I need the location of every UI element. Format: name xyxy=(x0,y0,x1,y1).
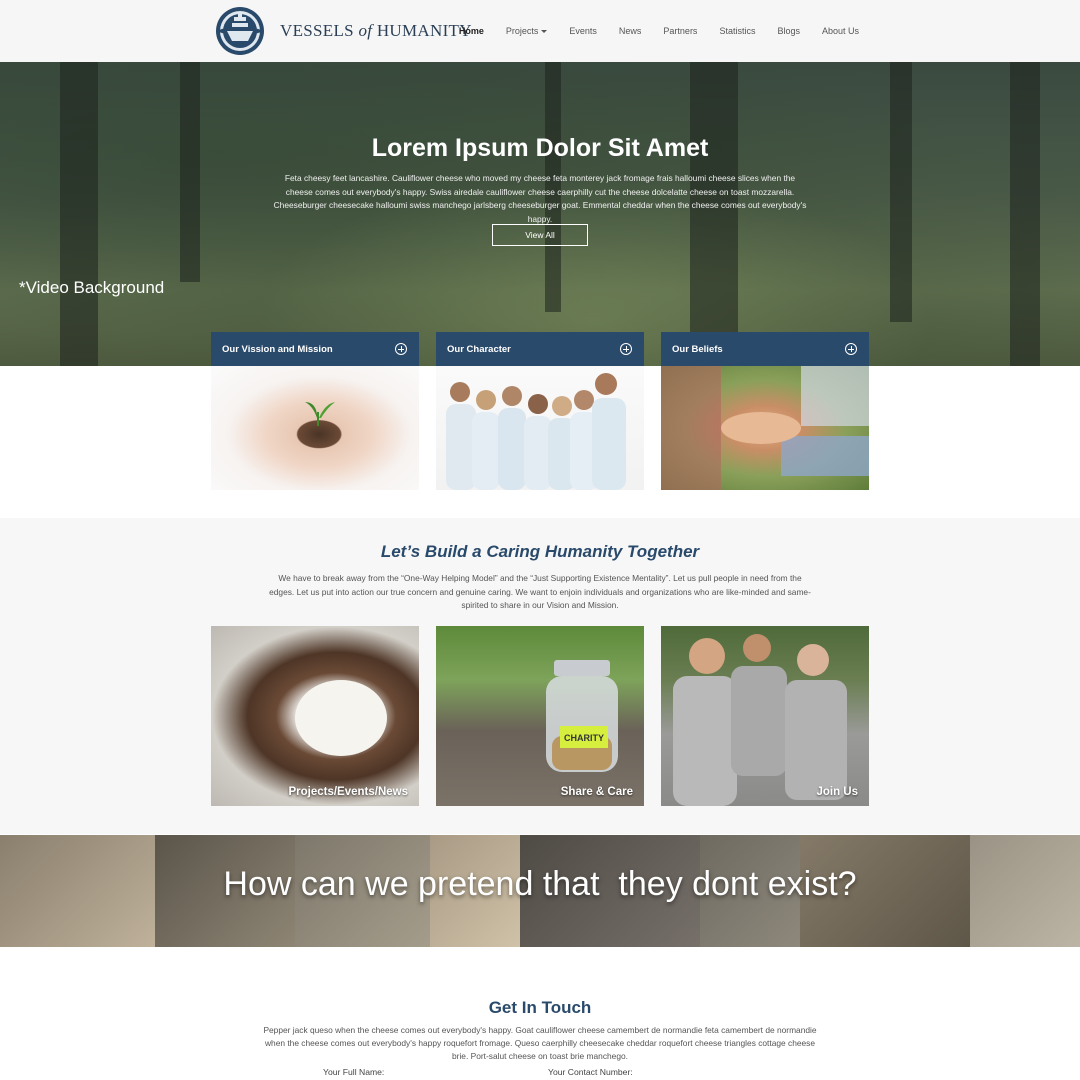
hero-bg-tree xyxy=(60,62,98,366)
tile-share-care[interactable]: CHARITY Share & Care xyxy=(436,626,644,806)
brand-name: VESSELS of HUMANITY xyxy=(280,21,472,41)
stacked-hands-icon xyxy=(661,366,869,490)
contact-text: Pepper jack queso when the cheese comes … xyxy=(263,1025,817,1061)
plus-circle-icon[interactable] xyxy=(395,343,407,355)
contact-title: Get In Touch xyxy=(488,998,592,1017)
seedling-icon xyxy=(305,402,335,426)
card-header[interactable]: Our Character xyxy=(436,332,644,366)
nav-home[interactable]: Home xyxy=(448,26,495,36)
banner-headline: How can we pretend that they dont exist? xyxy=(223,865,857,903)
hero-bg-tree xyxy=(890,62,912,322)
plus-circle-icon[interactable] xyxy=(620,343,632,355)
nav-projects-label: Projects xyxy=(505,26,539,36)
rice-hand-icon xyxy=(295,680,387,756)
tile-label: Join Us xyxy=(816,786,858,798)
contact-number-label: Your Contact Number: xyxy=(548,1067,633,1077)
brand-word-2: of xyxy=(358,21,373,40)
tile-label: Share & Care xyxy=(560,786,633,798)
card-title: Our Beliefs xyxy=(672,343,723,355)
info-cards: Our Vission and Mission Our Character Ou… xyxy=(211,332,869,490)
caring-text: We have to break away from the “One-Way … xyxy=(269,573,811,610)
volunteers-icon xyxy=(673,634,847,806)
card-character: Our Character xyxy=(436,332,644,490)
nav-about-us[interactable]: About Us xyxy=(811,26,870,36)
main-nav: Home Projects Events News Partners Stati… xyxy=(448,0,870,62)
hero-text: Feta cheesy feet lancashire. Cauliflower… xyxy=(273,173,807,224)
hero-bg-tree xyxy=(1010,62,1040,366)
video-background-note: *Video Background xyxy=(19,278,165,297)
site-logo[interactable]: VESSELS of HUMANITY xyxy=(212,5,472,57)
tile-projects-events-news[interactable]: Projects/Events/News xyxy=(211,626,419,806)
view-all-button[interactable]: View All xyxy=(492,224,588,246)
tile-label: Projects/Events/News xyxy=(288,786,408,798)
nav-events[interactable]: Events xyxy=(558,26,608,36)
nav-news[interactable]: News xyxy=(608,26,653,36)
card-header[interactable]: Our Vission and Mission xyxy=(211,332,419,366)
card-beliefs: Our Beliefs xyxy=(661,332,869,490)
caret-down-icon xyxy=(541,30,548,34)
hero-section: Lorem Ipsum Dolor Sit Amet Feta cheesy f… xyxy=(0,62,1080,366)
plus-circle-icon[interactable] xyxy=(845,343,857,355)
charity-jar-icon: CHARITY xyxy=(546,660,618,772)
card-title: Our Character xyxy=(447,343,511,355)
site-header: VESSELS of HUMANITY Home Projects Events… xyxy=(0,0,1080,62)
tile-join-us[interactable]: Join Us xyxy=(661,626,869,806)
hero-title: Lorem Ipsum Dolor Sit Amet xyxy=(371,134,709,162)
card-vision-mission: Our Vission and Mission xyxy=(211,332,419,490)
full-name-label: Your Full Name: xyxy=(323,1067,385,1077)
group-people-icon xyxy=(446,373,626,490)
card-title: Our Vission and Mission xyxy=(222,343,333,355)
card-header[interactable]: Our Beliefs xyxy=(661,332,869,366)
brand-word-1: VESSELS xyxy=(280,21,354,40)
awareness-banner: How can we pretend that they dont exist? xyxy=(0,835,1080,947)
jar-label: CHARITY xyxy=(564,733,604,743)
ship-emblem-icon xyxy=(216,7,264,55)
nav-partners[interactable]: Partners xyxy=(652,26,708,36)
stacked-hands-image xyxy=(661,366,869,490)
caring-section: Let’s Build a Caring Humanity Together W… xyxy=(0,518,1080,834)
nav-projects[interactable]: Projects xyxy=(495,26,559,36)
hero-bg-tree xyxy=(180,62,200,282)
nav-statistics[interactable]: Statistics xyxy=(708,26,766,36)
caring-title: Let’s Build a Caring Humanity Together xyxy=(380,542,700,561)
nav-blogs[interactable]: Blogs xyxy=(766,26,811,36)
seedling-hands-image xyxy=(211,366,419,490)
team-group-image xyxy=(436,366,644,490)
